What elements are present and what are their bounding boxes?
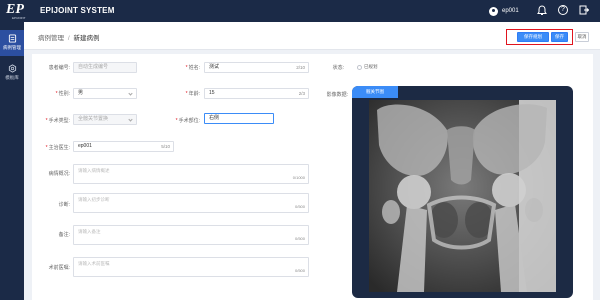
surgery-side-select[interactable]: 右侧 [204, 113, 274, 124]
status-value: 已规划 [364, 64, 378, 69]
surgery-side-label: *手术部位: [175, 118, 200, 124]
doctor-value: ep001 [78, 143, 92, 149]
age-char-count: 2/3 [298, 91, 305, 96]
history-char-count: 0/1000 [292, 175, 305, 180]
notes-char-count: 0/500 [294, 268, 305, 273]
age-value: 15 [209, 90, 215, 96]
remark-placeholder: 请输入备注 [78, 229, 101, 234]
save-and-plan-button[interactable]: 保存规划 [517, 32, 549, 42]
age-label: *年龄: [185, 91, 200, 97]
name-field[interactable]: 测试 2/10 [204, 62, 309, 73]
top-bar: EP EPIJOINT EPIJOINT SYSTEM ep001 ? [0, 0, 600, 22]
history-placeholder: 请输入病情概述 [78, 168, 110, 173]
age-field[interactable]: 15 2/3 [204, 88, 309, 99]
tab-hip-image[interactable]: 髋关节图 [352, 86, 398, 98]
remark-char-count: 0/500 [294, 236, 305, 241]
gear-icon [8, 64, 16, 73]
doctor-field[interactable]: ep001 5/10 [73, 141, 174, 152]
name-value: 测试 [209, 64, 220, 70]
remark-textarea[interactable]: 请输入备注 0/500 [73, 225, 309, 245]
app-title: EPIJOINT SYSTEM [40, 6, 115, 15]
surgery-type-value: 全髋关节置换 [78, 116, 109, 122]
surgery-type-select: 全髋关节置换 [73, 114, 137, 125]
logout-icon[interactable] [577, 3, 591, 17]
highlighted-action-group: 保存规划 保存 [506, 29, 573, 45]
name-char-count: 2/10 [296, 65, 305, 70]
sidebar-item-templates[interactable]: 模板库 [0, 60, 24, 86]
status-label: 状态: [332, 65, 344, 71]
case-id-label: 患者编号: [48, 65, 70, 71]
cancel-button[interactable]: 取消 [575, 32, 589, 42]
diagnosis-textarea[interactable]: 请输入初步诊断 0/500 [73, 193, 309, 213]
pelvis-xray-image[interactable] [369, 100, 556, 292]
image-data-label: 影像数据: [326, 92, 348, 98]
case-id-field: 自动生成编号 [73, 62, 137, 73]
user-menu[interactable]: ep001 [489, 4, 519, 18]
app-logo: EP EPIJOINT [6, 2, 32, 21]
notes-placeholder: 请输入术前医嘱 [78, 261, 110, 266]
user-avatar-icon [489, 6, 498, 16]
help-circle-icon[interactable]: ? [556, 3, 570, 17]
gender-value: 男 [78, 90, 84, 96]
breadcrumb-separator: / [67, 35, 70, 42]
diagnosis-char-count: 0/500 [294, 204, 305, 209]
radio-dot-icon [357, 64, 362, 70]
chevron-down-icon [128, 91, 133, 96]
diagnosis-placeholder: 请输入初步诊断 [78, 197, 110, 202]
sidebar-item-cases[interactable]: 病例管理 [0, 30, 24, 56]
history-textarea[interactable]: 请输入病情概述 0/1000 [73, 164, 309, 184]
notes-textarea[interactable]: 请输入术前医嘱 0/500 [73, 257, 309, 277]
logo-mark: EP [6, 2, 24, 17]
breadcrumb: 病例管理 / 新建病例 [38, 32, 99, 42]
sidebar-item-label: 模板库 [5, 75, 19, 80]
diagnosis-label: 诊断: [58, 202, 70, 208]
logo-subtitle: EPIJOINT [12, 16, 26, 20]
doctor-char-count: 5/10 [161, 144, 170, 149]
status-radio[interactable]: 已规划 [357, 64, 378, 70]
gender-select[interactable]: 男 [73, 88, 137, 99]
doctor-label: *主治医生: [45, 145, 70, 151]
surgery-type-label: *手术类型: [45, 118, 70, 124]
sidebar: 病例管理 模板库 [0, 22, 24, 300]
history-label: 病情概况: [48, 171, 70, 177]
surgery-side-value: 右侧 [209, 115, 220, 121]
breadcrumb-current: 新建病例 [73, 35, 100, 42]
case-id-value: 自动生成编号 [78, 64, 109, 70]
gender-label: *性别: [55, 91, 70, 97]
chevron-down-icon [128, 117, 133, 122]
remark-label: 备注: [58, 232, 70, 238]
name-label: *姓名: [185, 65, 200, 71]
page-header: 病例管理 / 新建病例 保存规划 保存 取消 [24, 22, 600, 50]
breadcrumb-parent[interactable]: 病例管理 [38, 35, 64, 42]
folder-icon [8, 34, 16, 43]
notes-label: 术前医嘱: [48, 265, 70, 271]
sidebar-item-label: 病例管理 [3, 45, 21, 50]
username: ep001 [502, 8, 519, 14]
save-button[interactable]: 保存 [551, 32, 568, 42]
bell-icon[interactable] [535, 3, 549, 17]
